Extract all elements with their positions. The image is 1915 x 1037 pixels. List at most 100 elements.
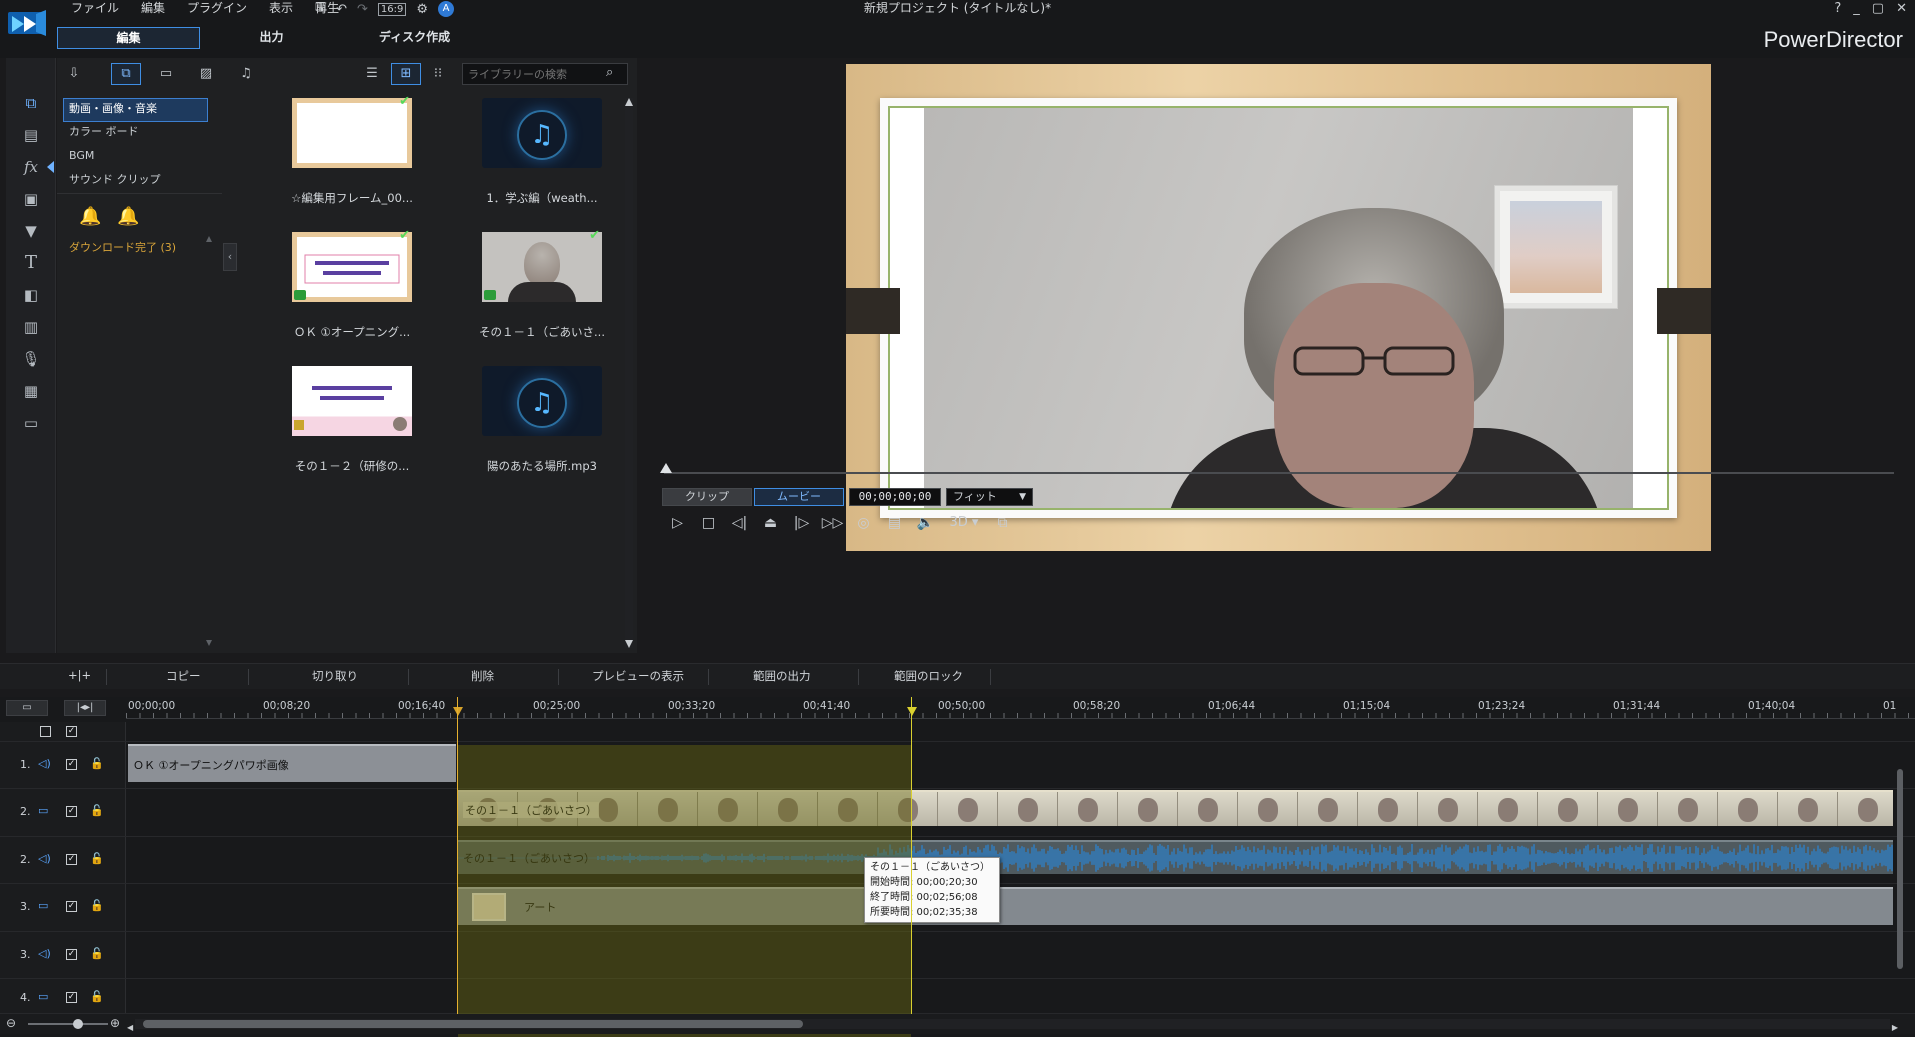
movie-mode-button[interactable]: ムービー xyxy=(754,488,844,506)
media-item-opening-slide[interactable]: ✔ ＯＫ ①オープニング... xyxy=(257,228,447,366)
settings-gear-icon[interactable]: ⚙ xyxy=(416,2,428,17)
minimize-button[interactable]: _ xyxy=(1853,0,1860,17)
export-range-button[interactable]: 範囲の出力 xyxy=(753,668,811,684)
split-icon[interactable]: ⏏ xyxy=(755,512,786,534)
scrub-knob[interactable] xyxy=(660,463,672,473)
stop-icon[interactable]: □ xyxy=(693,512,724,534)
search-icon[interactable]: ⌕ xyxy=(606,65,622,81)
fast-forward-icon[interactable]: ▷▷ xyxy=(817,512,848,534)
tab-disc[interactable]: ディスク作成 xyxy=(343,27,486,49)
track-lock-icon[interactable]: 🔓 xyxy=(90,899,104,912)
media-item-greeting-video[interactable]: ✔ その１－１（ごあいさ... xyxy=(447,228,637,366)
save-icon[interactable]: 🖫 xyxy=(315,0,326,20)
track-lock-icon[interactable]: 🔓 xyxy=(90,804,104,817)
tab-produce[interactable]: 出力 xyxy=(200,27,343,49)
undo-icon[interactable]: ↶ xyxy=(336,2,347,17)
download-done-label[interactable]: ダウンロード完了 (3) xyxy=(69,239,176,255)
zoom-out-icon[interactable]: ⊖ xyxy=(6,1016,16,1030)
snapshot-camera-icon[interactable]: ◎ xyxy=(848,512,879,534)
timeline-fit-icon[interactable]: +|+ xyxy=(68,668,91,682)
scroll-thumb[interactable] xyxy=(143,1020,803,1028)
subtitle-room-icon[interactable]: ▭ xyxy=(20,412,42,434)
timecode-display[interactable]: 00;00;00;00 xyxy=(849,488,941,506)
category-item-color-board[interactable]: カラー ボード xyxy=(57,122,222,146)
filter-image-icon[interactable]: ▨ xyxy=(191,63,221,85)
zoom-slider-knob[interactable] xyxy=(73,1019,83,1029)
track-lock-icon[interactable]: 🔓 xyxy=(90,947,104,960)
thumbnail-size-icon[interactable]: ⁝⁝ xyxy=(423,63,453,85)
import-media-icon[interactable]: ⇩ xyxy=(59,63,89,85)
track-enable-checkbox[interactable]: ✓ xyxy=(66,759,77,770)
grid-view-icon[interactable]: ⊞ xyxy=(391,63,421,85)
category-item-sound-clip[interactable]: サウンド クリップ xyxy=(57,170,222,194)
show-preview-button[interactable]: プレビューの表示 xyxy=(592,668,684,684)
play-icon[interactable]: ▷ xyxy=(662,512,693,534)
title-room-icon[interactable]: T xyxy=(20,252,42,274)
zoom-slider[interactable] xyxy=(28,1023,108,1025)
track-enable-checkbox[interactable]: ✓ xyxy=(66,806,77,817)
menu-view[interactable]: 表示 xyxy=(258,0,304,18)
timeline-clip-opening[interactable]: ＯＫ ①オープニングパワポ画像 xyxy=(128,744,456,782)
track-lock-icon[interactable]: 🔓 xyxy=(90,852,104,865)
previous-frame-icon[interactable]: ◁| xyxy=(724,512,755,534)
3d-toggle[interactable]: 3D ▾ xyxy=(941,512,987,534)
track-lock-icon[interactable]: 🔓 xyxy=(90,990,104,1003)
next-frame-icon[interactable]: |▷ xyxy=(786,512,817,534)
preview-video-frame[interactable] xyxy=(846,64,1711,551)
particle-room-icon[interactable]: ▼ xyxy=(20,220,42,242)
account-badge-icon[interactable]: A xyxy=(438,1,455,17)
scroll-right-icon[interactable]: ▶ xyxy=(1892,1023,1898,1032)
track-lock-icon[interactable]: 🔓 xyxy=(90,757,104,770)
copy-button[interactable]: コピー xyxy=(166,668,201,684)
scroll-left-icon[interactable]: ◀ xyxy=(127,1023,133,1032)
timeline-vertical-scrollbar[interactable] xyxy=(1895,719,1905,1009)
track-enable-checkbox[interactable]: ✓ xyxy=(66,949,77,960)
range-start-marker[interactable] xyxy=(453,707,463,716)
template-room-icon[interactable]: ▤ xyxy=(20,124,42,146)
close-button[interactable]: ✕ xyxy=(1896,0,1907,17)
media-item-training-slide[interactable]: その１－２（研修の... xyxy=(257,366,447,500)
tab-edit[interactable]: 編集 xyxy=(57,27,200,49)
voiceover-room-icon[interactable]: 🎙 xyxy=(20,348,42,370)
track-enable-checkbox[interactable]: ✓ xyxy=(66,901,77,912)
chapter-room-icon[interactable]: ▦ xyxy=(20,380,42,402)
timeline-zoom-icon[interactable]: |◂▸| xyxy=(64,700,106,716)
track-enable-checkbox[interactable]: ✓ xyxy=(66,854,77,865)
undock-preview-icon[interactable]: ⧉ xyxy=(987,512,1018,534)
media-item-frame[interactable]: ✔ ☆編集用フレーム_00... xyxy=(257,94,447,232)
list-view-icon[interactable]: ☰ xyxy=(357,63,387,85)
delete-button[interactable]: 削除 xyxy=(471,668,494,684)
library-scrollbar[interactable] xyxy=(625,98,633,648)
media-item-music[interactable]: ♫ 1．学ぶ編（weath... xyxy=(447,98,637,232)
category-scrollbar[interactable] xyxy=(206,236,212,646)
subtitle-icon[interactable]: ▤ xyxy=(879,512,910,534)
category-item-media[interactable]: 動画・画像・音楽 xyxy=(63,98,208,122)
maximize-button[interactable]: ▢ xyxy=(1872,0,1884,17)
clip-mode-button[interactable]: クリップ xyxy=(662,488,752,506)
menu-plugin[interactable]: プラグイン xyxy=(176,0,258,18)
menu-file[interactable]: ファイル xyxy=(60,0,130,18)
filter-audio-icon[interactable]: ♫ xyxy=(231,63,261,85)
pip-room-icon[interactable]: ▣ xyxy=(20,188,42,210)
zoom-fit-select[interactable]: フィット xyxy=(946,488,1033,506)
volume-icon[interactable]: 🔈 xyxy=(910,512,941,534)
remove-tag-icon[interactable]: 🔔 xyxy=(117,206,139,227)
help-button[interactable]: ? xyxy=(1834,0,1841,17)
cut-button[interactable]: 切り取り xyxy=(312,668,358,684)
media-room-icon[interactable]: ⧉ xyxy=(20,92,42,114)
track-enable-all-checkbox[interactable]: ✓ xyxy=(66,726,77,737)
category-item-bgm[interactable]: BGM xyxy=(57,146,222,170)
add-tag-icon[interactable]: 🔔 xyxy=(79,206,101,227)
filter-all-media-icon[interactable]: ⧉ xyxy=(111,63,141,85)
preview-scrub-bar[interactable] xyxy=(664,472,1894,474)
filter-video-icon[interactable]: ▭ xyxy=(151,63,181,85)
track-visibility-all-checkbox[interactable] xyxy=(40,726,51,737)
fx-room-icon[interactable]: fx xyxy=(20,156,42,178)
audio-mixing-room-icon[interactable]: ▥ xyxy=(20,316,42,338)
transition-room-icon[interactable]: ◧ xyxy=(20,284,42,306)
collapse-panel-button[interactable]: ‹ xyxy=(223,243,237,271)
menu-edit[interactable]: 編集 xyxy=(130,0,176,18)
library-search-input[interactable] xyxy=(462,63,628,85)
zoom-in-icon[interactable]: ⊕ xyxy=(110,1016,120,1030)
media-item-music-mp3[interactable]: ♫ 陽のあたる場所.mp3 xyxy=(447,366,637,500)
